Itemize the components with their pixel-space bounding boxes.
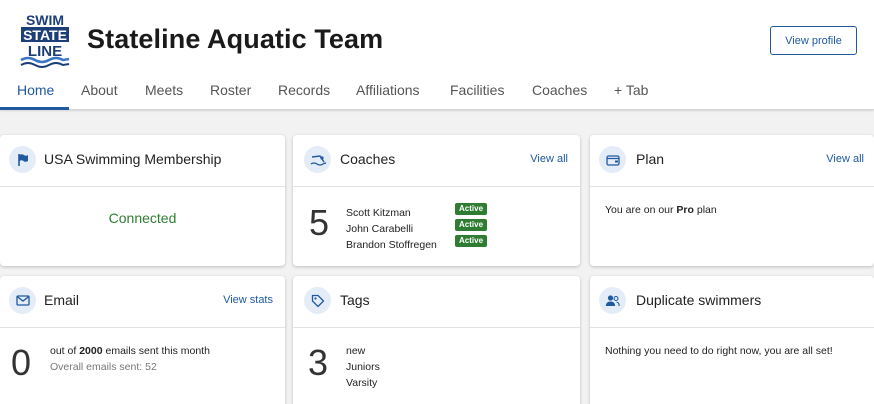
- tag-list: new Juniors Varsity: [346, 345, 380, 393]
- tab-roster[interactable]: Roster: [210, 82, 251, 98]
- tags-card: Tags 3 new Juniors Varsity: [293, 276, 580, 404]
- tab-add[interactable]: + Tab: [614, 82, 648, 98]
- active-tab-indicator: [0, 107, 69, 110]
- mail-icon: [9, 287, 36, 314]
- tab-affiliations[interactable]: Affiliations: [356, 82, 420, 98]
- duplicate-swimmers-card: Duplicate swimmers Nothing you need to d…: [590, 276, 874, 404]
- team-logo[interactable]: SWIM STATE LINE: [18, 12, 72, 68]
- tab-meets[interactable]: Meets: [145, 82, 183, 98]
- plan-name: Pro: [676, 204, 694, 216]
- overall-emails-sent: Overall emails sent: 52: [50, 361, 157, 373]
- email-card: Email View stats 0 out of 2000 emails se…: [0, 276, 285, 404]
- email-text: emails sent this month: [102, 345, 210, 357]
- coach-name: Brandon Stoffregen: [346, 239, 437, 251]
- tab-records[interactable]: Records: [278, 82, 330, 98]
- svg-text:STATE: STATE: [23, 27, 67, 43]
- wallet-icon: [599, 146, 626, 173]
- tab-bar: Home About Meets Roster Records Affiliat…: [0, 78, 874, 110]
- list-item[interactable]: Juniors: [346, 361, 380, 377]
- tab-home[interactable]: Home: [17, 82, 54, 98]
- coach-name: Scott Kitzman: [346, 207, 411, 219]
- swimmer-icon: [304, 146, 331, 173]
- list-item[interactable]: Varsity: [346, 377, 380, 393]
- svg-text:SWIM: SWIM: [26, 12, 64, 28]
- card-header: Plan View all: [590, 135, 874, 187]
- view-stats-link[interactable]: View stats: [223, 294, 273, 306]
- tag-count: 3: [308, 342, 329, 383]
- card-header: Duplicate swimmers: [590, 276, 874, 328]
- email-text: out of: [50, 345, 80, 357]
- plan-description: You are on our Pro plan: [605, 204, 717, 216]
- view-all-plans-link[interactable]: View all: [826, 153, 864, 165]
- card-title: Tags: [340, 292, 370, 308]
- plan-text: You are on our: [605, 204, 677, 216]
- list-item[interactable]: Brandon Stoffregen Active: [346, 235, 566, 251]
- status-badge: Active: [455, 203, 488, 215]
- usa-swimming-card: USA Swimming Membership Connected: [0, 135, 285, 266]
- coach-name: John Carabelli: [346, 223, 414, 235]
- coach-count: 5: [309, 202, 330, 243]
- card-title: Email: [44, 292, 80, 308]
- card-title: Duplicate swimmers: [636, 292, 762, 308]
- view-all-coaches-link[interactable]: View all: [530, 153, 568, 165]
- email-usage: out of 2000 emails sent this month: [50, 345, 210, 357]
- list-item[interactable]: new: [346, 345, 380, 361]
- status-badge: Active: [455, 235, 488, 247]
- card-header: Coaches View all: [293, 135, 580, 187]
- list-item[interactable]: John Carabelli Active: [346, 219, 566, 235]
- card-title: Plan: [636, 151, 665, 167]
- card-header: USA Swimming Membership: [0, 135, 285, 187]
- card-header: Email View stats: [0, 276, 285, 328]
- coaches-card: Coaches View all 5 Scott Kitzman Active …: [293, 135, 580, 266]
- page-header: SWIM STATE LINE Stateline Aquatic Team V…: [0, 0, 874, 110]
- view-profile-button[interactable]: View profile: [770, 26, 857, 55]
- list-item[interactable]: Scott Kitzman Active: [346, 203, 566, 219]
- tab-coaches[interactable]: Coaches: [532, 82, 587, 98]
- status-badge: Active: [455, 219, 488, 231]
- tag-icon: [304, 287, 331, 314]
- team-name: Stateline Aquatic Team: [87, 24, 384, 54]
- email-quota: 2000: [79, 345, 103, 357]
- duplicates-message: Nothing you need to do right now, you ar…: [605, 345, 833, 357]
- email-count: 0: [11, 342, 32, 383]
- card-title: USA Swimming Membership: [44, 151, 222, 167]
- card-header: Tags: [293, 276, 580, 328]
- people-icon: [599, 287, 626, 314]
- plan-text: plan: [693, 204, 717, 216]
- tab-facilities[interactable]: Facilities: [450, 82, 504, 98]
- coach-list: Scott Kitzman Active John Carabelli Acti…: [346, 203, 566, 251]
- tab-about[interactable]: About: [81, 82, 118, 98]
- card-title: Coaches: [340, 151, 396, 167]
- plan-card: Plan View all You are on our Pro plan: [590, 135, 874, 266]
- connection-status: Connected: [108, 210, 177, 226]
- flag-icon: [9, 146, 36, 173]
